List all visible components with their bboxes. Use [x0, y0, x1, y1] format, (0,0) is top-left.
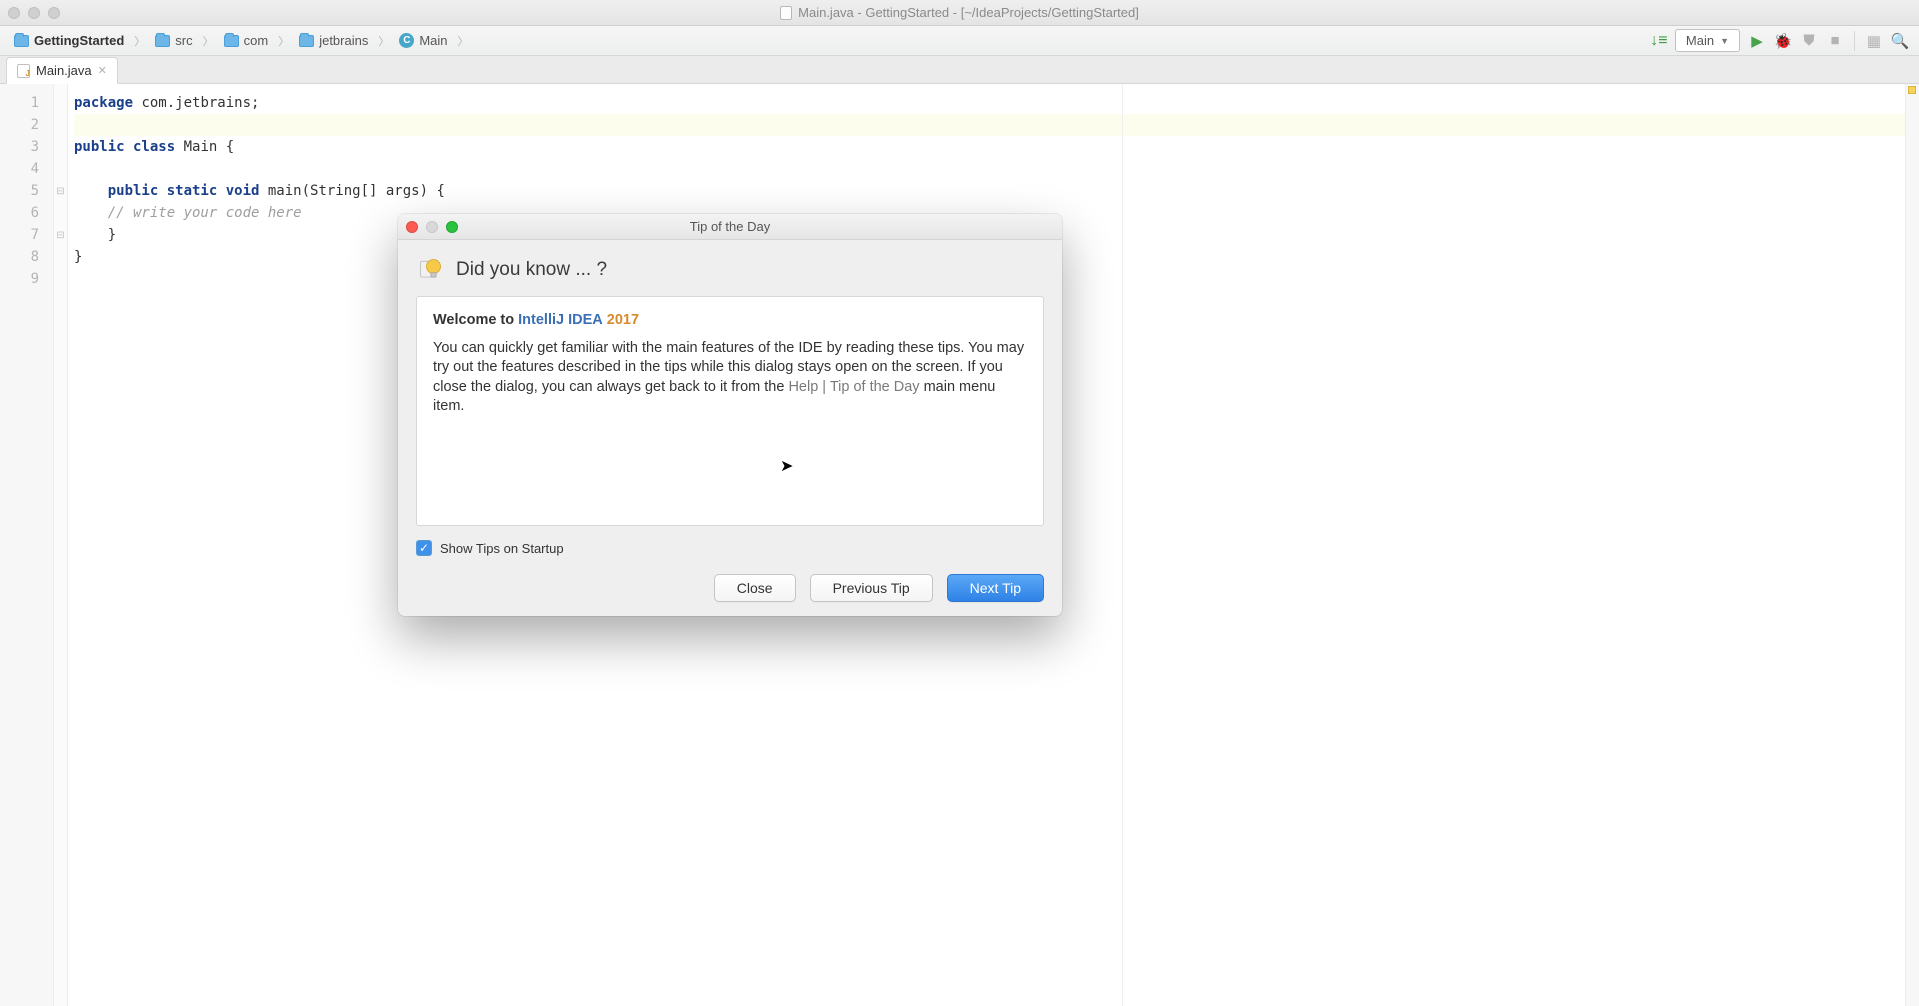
tab-label: Main.java [36, 63, 92, 78]
chevron-down-icon: ▼ [1720, 36, 1729, 46]
inspection-indicator-icon[interactable] [1908, 86, 1916, 94]
code-token: Main { [175, 139, 234, 155]
run-config-selector[interactable]: Main ▼ [1675, 29, 1740, 52]
line-number: 3 [0, 136, 53, 158]
breadcrumb-label: Main [419, 33, 447, 48]
code-token: } [74, 227, 116, 243]
fold-toggle-icon[interactable]: ⊟ [54, 224, 67, 246]
toolbar-right: ↓≡ Main ▼ ▶ 🐞 ⛊ ■ ▦ 🔍 [1651, 29, 1909, 52]
breadcrumb-jetbrains[interactable]: jetbrains [295, 31, 372, 50]
chevron-right-icon: 〉 [378, 33, 389, 49]
folder-icon [14, 35, 29, 47]
breadcrumb-com[interactable]: com [220, 31, 273, 50]
code-comment: // write your code here [74, 205, 302, 221]
folder-icon [299, 35, 314, 47]
line-number: 7 [0, 224, 53, 246]
tip-brand: IntelliJ IDEA [518, 312, 603, 328]
mouse-cursor-icon: ➤ [780, 456, 793, 476]
window-title-text: Main.java - GettingStarted - [~/IdeaProj… [798, 5, 1139, 20]
run-config-label: Main [1686, 33, 1714, 48]
tip-year: 2017 [607, 312, 639, 328]
chevron-right-icon: 〉 [458, 33, 469, 49]
previous-tip-button[interactable]: Previous Tip [810, 574, 933, 602]
tip-content: Welcome to IntelliJ IDEA 2017 You can qu… [416, 296, 1044, 526]
error-stripe [1905, 84, 1919, 1006]
coverage-icon[interactable]: ⛊ [1800, 32, 1818, 50]
editor-tabs: Main.java ✕ [0, 56, 1919, 84]
breadcrumb-label: GettingStarted [34, 33, 124, 48]
dialog-titlebar[interactable]: Tip of the Day [398, 214, 1062, 240]
make-project-icon[interactable]: ↓≡ [1651, 33, 1667, 49]
close-tab-icon[interactable]: ✕ [98, 64, 107, 77]
show-tips-label: Show Tips on Startup [440, 541, 564, 556]
code-token: } [74, 249, 82, 265]
dialog-body: Did you know ... ? Welcome to IntelliJ I… [398, 240, 1062, 616]
class-icon: C [399, 33, 414, 48]
caret-line [74, 114, 1905, 136]
line-number: 8 [0, 246, 53, 268]
window-title: Main.java - GettingStarted - [~/IdeaProj… [0, 5, 1919, 20]
folder-icon [224, 35, 239, 47]
breadcrumb-src[interactable]: src [151, 31, 196, 50]
breadcrumb: GettingStarted 〉 src 〉 com 〉 jetbrains 〉… [10, 31, 471, 50]
breadcrumb-label: jetbrains [319, 33, 368, 48]
chevron-right-icon: 〉 [278, 33, 289, 49]
breadcrumb-label: com [244, 33, 269, 48]
main-toolbar: GettingStarted 〉 src 〉 com 〉 jetbrains 〉… [0, 26, 1919, 56]
folder-icon [155, 35, 170, 47]
code-token: public class [74, 139, 175, 155]
app-titlebar: Main.java - GettingStarted - [~/IdeaProj… [0, 0, 1919, 26]
next-tip-button[interactable]: Next Tip [947, 574, 1044, 602]
code-token: com.jetbrains; [133, 95, 259, 111]
right-margin [1122, 84, 1123, 1006]
code-token: main(String[] args) { [259, 183, 444, 199]
lightbulb-icon [416, 256, 444, 284]
breadcrumb-project[interactable]: GettingStarted [10, 31, 128, 50]
chevron-right-icon: 〉 [203, 33, 214, 49]
line-number: 5 [0, 180, 53, 202]
search-icon[interactable]: 🔍 [1891, 32, 1909, 50]
show-tips-checkbox[interactable]: ✓ [416, 540, 432, 556]
breadcrumb-label: src [175, 33, 192, 48]
tip-welcome-text: Welcome to [433, 312, 518, 328]
fold-column: ⊟ ⊟ [54, 84, 68, 1006]
tip-of-the-day-dialog: Tip of the Day Did you know ... ? Welcom… [398, 214, 1062, 616]
line-number: 6 [0, 202, 53, 224]
toolbar-separator [1854, 31, 1855, 51]
chevron-right-icon: 〉 [134, 33, 145, 49]
file-icon [780, 6, 792, 20]
line-number: 4 [0, 158, 53, 180]
tip-menu-hint: Help | Tip of the Day [788, 379, 919, 395]
dialog-heading: Did you know ... ? [456, 259, 607, 281]
line-gutter: 1 2 3 4 5 6 7 8 9 [0, 84, 54, 1006]
line-number: 2 [0, 114, 53, 136]
project-structure-icon[interactable]: ▦ [1865, 32, 1883, 50]
stop-icon[interactable]: ■ [1826, 32, 1844, 50]
fold-toggle-icon[interactable]: ⊟ [54, 180, 67, 202]
debug-icon[interactable]: 🐞 [1774, 32, 1792, 50]
line-number: 9 [0, 268, 53, 290]
java-file-icon [17, 64, 30, 78]
dialog-title: Tip of the Day [398, 219, 1062, 234]
run-icon[interactable]: ▶ [1748, 32, 1766, 50]
line-number: 1 [0, 92, 53, 114]
tab-main-java[interactable]: Main.java ✕ [6, 57, 118, 84]
breadcrumb-class[interactable]: C Main [395, 31, 451, 50]
code-token: package [74, 95, 133, 111]
close-button[interactable]: Close [714, 574, 796, 602]
code-token: public static void [74, 183, 259, 199]
